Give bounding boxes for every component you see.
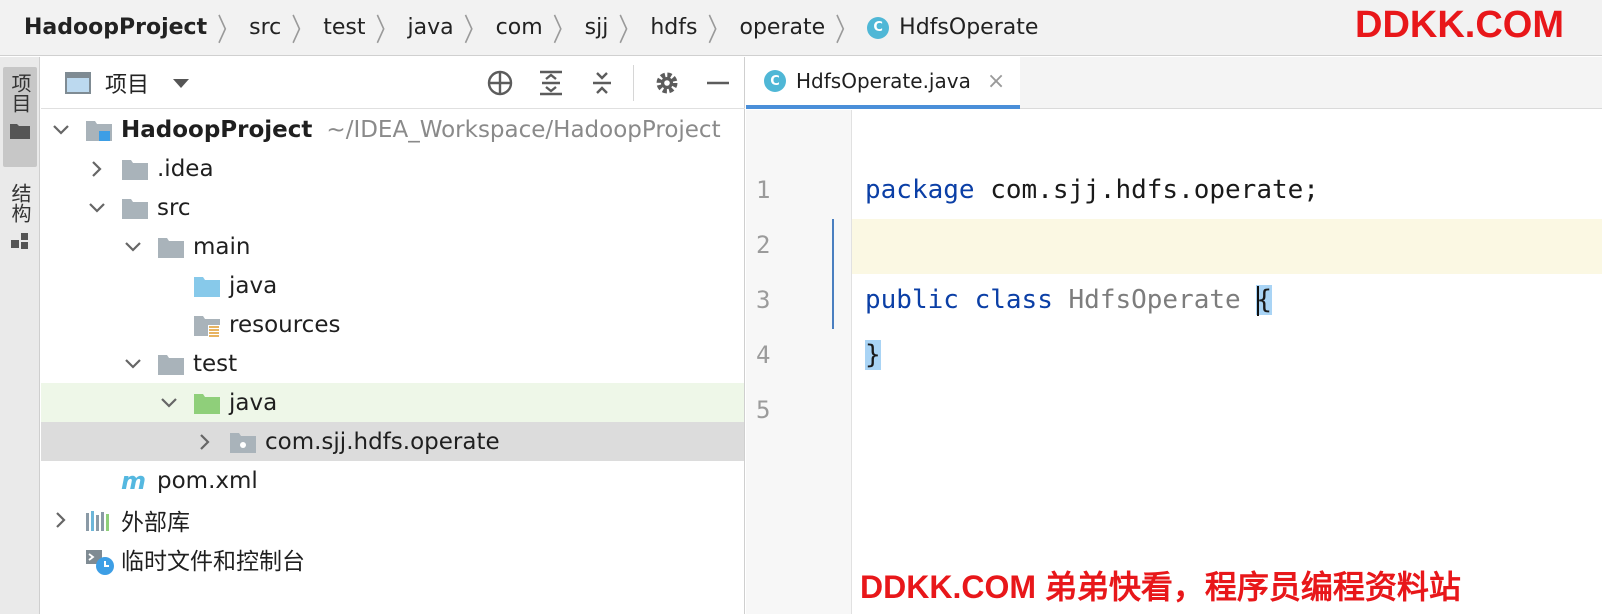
- project-view-label: 项目: [105, 73, 150, 98]
- library-icon: [85, 509, 113, 531]
- collapse-all-icon[interactable]: [587, 68, 617, 98]
- tree-item-test[interactable]: test: [41, 344, 744, 383]
- watermark-bottom: DDKK.COM 弟弟快看，程序员编程资料站: [860, 569, 1461, 605]
- breadcrumb-item-java[interactable]: java: [408, 15, 454, 40]
- folder-icon: [157, 353, 185, 375]
- project-tree: HadoopProject ~/IDEA_Workspace/HadoopPro…: [41, 110, 744, 578]
- tree-item-idea[interactable]: .idea: [41, 149, 744, 188]
- tree-item-external-libraries[interactable]: 外部库: [41, 500, 744, 539]
- chevron-down-icon: [173, 78, 190, 88]
- java-class-icon: C: [867, 16, 890, 39]
- hide-icon[interactable]: [703, 68, 733, 98]
- breadcrumb-item-hdfs[interactable]: hdfs: [650, 15, 697, 40]
- package-icon: [229, 431, 257, 453]
- breadcrumb-item-hdfsoperate[interactable]: C HdfsOperate: [867, 15, 1038, 40]
- java-class-icon: C: [764, 70, 786, 92]
- module-folder-icon: [85, 119, 113, 141]
- tree-item-test-java[interactable]: java: [41, 383, 744, 422]
- chevron-right-icon[interactable]: [85, 157, 109, 181]
- chevron-right-icon[interactable]: [193, 430, 217, 454]
- breadcrumb-separator-icon: 〉: [707, 13, 730, 49]
- project-panel-toolbar: 项目: [41, 57, 745, 109]
- tool-window-strip: 项目 结构: [0, 57, 40, 614]
- breadcrumb-separator-icon: 〉: [618, 13, 641, 49]
- chevron-down-icon[interactable]: [121, 352, 145, 376]
- chevron-down-icon[interactable]: [157, 391, 181, 415]
- toolbar-divider: [633, 65, 634, 101]
- source-root-folder-icon: [193, 275, 221, 297]
- line-number: 5: [756, 396, 771, 424]
- code-line-4[interactable]: }: [865, 340, 881, 370]
- tree-item-resources[interactable]: resources: [41, 305, 744, 344]
- structure-tool-label: 结构: [8, 183, 32, 223]
- breadcrumb-item-test[interactable]: test: [323, 15, 365, 40]
- project-tool-window-button[interactable]: 项目: [3, 67, 37, 167]
- editor-tab-bar: C HdfsOperate.java ×: [746, 57, 1602, 109]
- current-line-highlight: [746, 219, 1602, 274]
- tab-label: HdfsOperate.java: [796, 69, 971, 93]
- expand-all-icon[interactable]: [536, 68, 566, 98]
- tree-item-hadoopproject[interactable]: HadoopProject ~/IDEA_Workspace/HadoopPro…: [41, 110, 744, 149]
- line-number: 3: [756, 286, 771, 314]
- tree-item-main-java[interactable]: java: [41, 266, 744, 305]
- close-icon[interactable]: ×: [987, 69, 1005, 94]
- project-view-selector[interactable]: 项目: [65, 67, 190, 99]
- code-line-3[interactable]: public class HdfsOperate {: [865, 285, 1273, 316]
- folder-icon: [157, 236, 185, 258]
- project-view-icon: [65, 72, 91, 94]
- breadcrumb-item-com[interactable]: com: [496, 15, 543, 40]
- breadcrumb-item-hadoopproject[interactable]: HadoopProject: [24, 15, 207, 40]
- editor: C HdfsOperate.java × 1 2 3 4 5 package c…: [746, 57, 1602, 614]
- breadcrumb-separator-icon: 〉: [375, 13, 398, 49]
- breadcrumb-separator-icon: 〉: [552, 13, 575, 49]
- line-number: 4: [756, 341, 771, 369]
- breadcrumb-item-operate[interactable]: operate: [740, 15, 826, 40]
- tree-item-main[interactable]: main: [41, 227, 744, 266]
- tree-item-scratches[interactable]: 临时文件和控制台: [41, 539, 744, 578]
- chevron-down-icon[interactable]: [49, 118, 73, 142]
- test-root-folder-icon: [193, 392, 221, 414]
- structure-icon: [10, 231, 30, 256]
- scratch-icon: [85, 548, 114, 575]
- breadcrumb-item-src[interactable]: src: [249, 15, 281, 40]
- chevron-down-icon[interactable]: [121, 235, 145, 259]
- breadcrumb-separator-icon: 〉: [835, 13, 858, 49]
- line-number-gutter[interactable]: 1 2 3 4 5: [746, 110, 852, 614]
- breadcrumb-item-sjj[interactable]: sjj: [585, 15, 609, 40]
- resources-folder-icon: [193, 314, 221, 337]
- breadcrumb-separator-icon: 〉: [291, 13, 314, 49]
- code-line-1[interactable]: package com.sjj.hdfs.operate;: [865, 175, 1319, 205]
- matched-brace: }: [865, 340, 881, 370]
- folder-icon: [121, 197, 149, 219]
- gear-icon[interactable]: [652, 68, 682, 98]
- line-number: 2: [756, 231, 771, 259]
- folder-icon: [121, 158, 149, 180]
- project-tool-label: 项目: [8, 73, 32, 113]
- tree-item-pom[interactable]: m pom.xml: [41, 461, 744, 500]
- chevron-down-icon[interactable]: [85, 196, 109, 220]
- watermark-top: DDKK.COM: [1355, 4, 1564, 46]
- breadcrumb-separator-icon: 〉: [217, 13, 240, 49]
- line-number: 1: [756, 176, 771, 204]
- chevron-right-icon[interactable]: [49, 508, 73, 532]
- maven-icon: m: [121, 470, 149, 494]
- fold-outline: [832, 219, 834, 329]
- breadcrumb-separator-icon: 〉: [463, 13, 486, 49]
- project-panel: 项目 HadoopProject ~/IDEA_Workspace/Hadoop…: [41, 57, 745, 614]
- structure-tool-window-button[interactable]: 结构: [3, 177, 37, 267]
- locate-icon[interactable]: [485, 68, 515, 98]
- tree-item-package[interactable]: com.sjj.hdfs.operate: [41, 422, 744, 461]
- tree-item-src[interactable]: src: [41, 188, 744, 227]
- svg-text:m: m: [121, 470, 146, 494]
- tab-hdfsoperate-java[interactable]: C HdfsOperate.java ×: [746, 57, 1020, 109]
- text-caret: [1257, 285, 1260, 316]
- folder-icon: [9, 121, 31, 145]
